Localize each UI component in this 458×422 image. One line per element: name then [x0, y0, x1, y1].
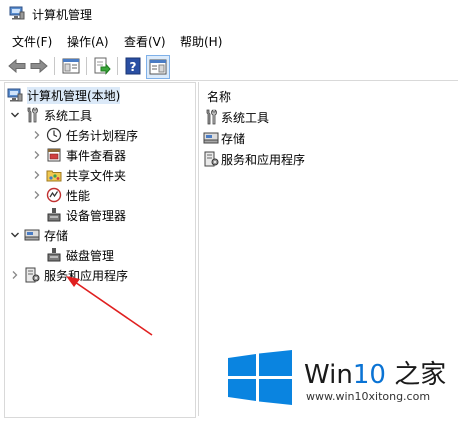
export-list-icon[interactable]	[91, 55, 113, 77]
computer-management-icon	[7, 87, 23, 103]
watermark-brand: Win10 之家	[304, 354, 446, 391]
chevron-down-icon[interactable]	[9, 229, 21, 241]
list-item-storage[interactable]: 存储	[203, 129, 245, 147]
brand-num: 10	[352, 360, 386, 390]
watermark-url: www.win10xitong.com	[306, 390, 431, 403]
storage-icon	[203, 130, 219, 146]
tree-node-disk-management-label: 磁盘管理	[66, 248, 115, 263]
list-item-system-tools[interactable]: 系统工具	[203, 108, 269, 126]
tree-node-shared-folders-label: 共享文件夹	[66, 168, 127, 183]
event-log-icon	[46, 147, 62, 163]
chevron-right-icon[interactable]	[31, 169, 43, 181]
menu-file[interactable]: 文件(F)	[12, 33, 52, 50]
back-arrow-icon[interactable]	[6, 55, 28, 77]
tree-node-storage-label: 存储	[44, 228, 69, 243]
menu-view[interactable]: 查看(V)	[124, 33, 166, 50]
tree-node-task-scheduler-label: 任务计划程序	[66, 128, 139, 143]
help-icon[interactable]: ?	[122, 55, 144, 77]
tree-node-device-manager-label: 设备管理器	[66, 208, 127, 223]
title-bar: 计算机管理	[0, 0, 458, 28]
services-icon	[24, 267, 40, 283]
list-item-label: 系统工具	[221, 110, 270, 125]
shared-folder-icon	[46, 167, 62, 183]
watermark-logo: Win10 之家 www.win10xitong.com	[226, 350, 452, 410]
menu-bar: 文件(F) 操作(A) 查看(V) 帮助(H)	[0, 30, 458, 52]
storage-icon	[24, 227, 40, 243]
tree-node-event-viewer[interactable]: 事件查看器	[31, 145, 126, 165]
show-action-pane-icon[interactable]	[146, 55, 170, 79]
chevron-right-icon[interactable]	[9, 269, 21, 281]
menu-action[interactable]: 操作(A)	[67, 33, 109, 50]
tree-node-performance-label: 性能	[66, 188, 91, 203]
tree-node-device-manager[interactable]: 设备管理器	[46, 205, 126, 225]
tools-icon	[203, 109, 219, 125]
brand-win: Win	[304, 360, 353, 390]
windows-logo-icon	[228, 350, 292, 405]
show-console-tree-icon[interactable]	[60, 55, 82, 77]
menu-help[interactable]: 帮助(H)	[180, 33, 222, 50]
tree-node-root-label: 计算机管理(本地)	[27, 86, 121, 104]
tools-icon	[24, 107, 40, 123]
list-item-label: 服务和应用程序	[221, 152, 306, 167]
performance-icon	[46, 187, 62, 203]
chevron-down-icon[interactable]	[9, 109, 21, 121]
device-manager-icon	[46, 207, 62, 223]
toolbar: ?	[0, 53, 458, 79]
column-header-name[interactable]: 名称	[207, 88, 231, 105]
clock-icon	[46, 127, 62, 143]
computer-management-icon	[9, 6, 25, 20]
chevron-right-icon[interactable]	[31, 149, 43, 161]
window-title: 计算机管理	[32, 8, 93, 22]
chevron-right-icon[interactable]	[31, 129, 43, 141]
tree-node-storage[interactable]: 存储	[9, 225, 68, 245]
tree-node-disk-management[interactable]: 磁盘管理	[46, 245, 114, 265]
chevron-right-icon[interactable]	[31, 189, 43, 201]
tree-node-system-tools[interactable]: 系统工具	[9, 105, 92, 125]
tree-node-shared-folders[interactable]: 共享文件夹	[31, 165, 126, 185]
forward-arrow-icon[interactable]	[28, 55, 50, 77]
tree-node-services-apps-label: 服务和应用程序	[44, 268, 129, 283]
list-item-label: 存储	[221, 131, 246, 146]
services-icon	[203, 151, 219, 167]
tree-node-performance[interactable]: 性能	[31, 185, 90, 205]
tree-node-root[interactable]: 计算机管理(本地)	[7, 85, 121, 105]
tree-node-event-viewer-label: 事件查看器	[66, 148, 127, 163]
svg-text:?: ?	[130, 60, 137, 74]
list-item-services-apps[interactable]: 服务和应用程序	[203, 150, 305, 168]
tree-node-system-tools-label: 系统工具	[44, 108, 93, 123]
tree-node-services-apps[interactable]: 服务和应用程序	[9, 265, 128, 285]
brand-rest: 之家	[385, 360, 447, 390]
disk-management-icon	[46, 247, 62, 263]
console-tree: 计算机管理(本地) 系统工具 任务计划程序 事件查看器 共享文件夹 性能 设备管…	[4, 82, 196, 418]
tree-node-task-scheduler[interactable]: 任务计划程序	[31, 125, 138, 145]
